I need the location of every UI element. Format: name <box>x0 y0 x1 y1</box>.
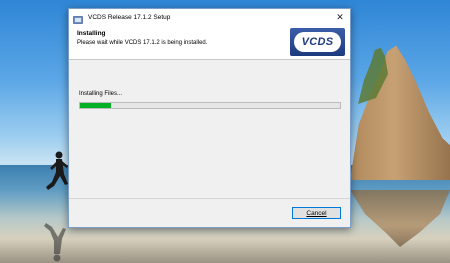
title-bar[interactable]: VCDS Release 17.1.2 Setup ✕ <box>69 9 350 25</box>
rock-formation <box>350 45 450 180</box>
dialog-body: Installing Files... <box>69 60 350 197</box>
header-subtitle: Please wait while VCDS 17.1.2 is being i… <box>77 40 208 46</box>
setup-installer-icon <box>73 12 83 24</box>
install-progress-fill <box>80 103 112 108</box>
window-title: VCDS Release 17.1.2 Setup <box>88 13 171 21</box>
dialog-header: Installing Please wait while VCDS 17.1.2… <box>69 25 350 60</box>
header-title: Installing <box>77 30 106 37</box>
footer-separator <box>69 198 350 199</box>
vcds-logo-text: VCDS <box>294 32 341 52</box>
runner-reflection <box>44 223 66 262</box>
install-progress-bar <box>79 102 341 109</box>
install-status-text: Installing Files... <box>79 91 123 97</box>
vcds-logo: VCDS <box>290 28 345 56</box>
setup-dialog: VCDS Release 17.1.2 Setup ✕ Installing P… <box>68 8 351 228</box>
close-icon[interactable]: ✕ <box>332 9 348 25</box>
cancel-button[interactable]: Cancel <box>292 207 341 219</box>
